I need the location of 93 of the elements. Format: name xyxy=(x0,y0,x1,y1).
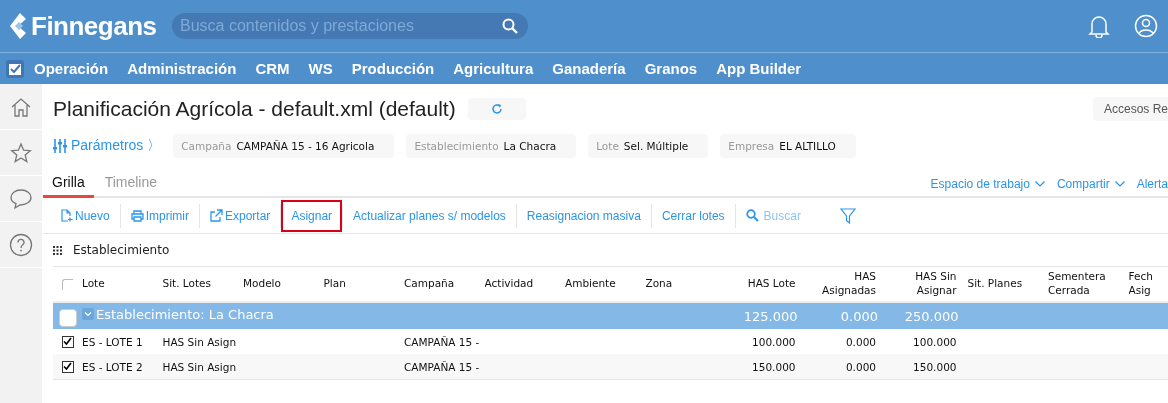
menu-item[interactable]: CRM xyxy=(255,60,290,77)
menu-item[interactable]: Producción xyxy=(351,60,435,77)
refresh-icon xyxy=(490,103,503,115)
parameters-link[interactable]: Parámetros 〉 xyxy=(71,137,162,155)
column-header[interactable]: Sit. Planes xyxy=(967,277,1023,291)
toolbar-button[interactable]: Exportar xyxy=(200,199,281,232)
help-icon xyxy=(9,232,33,257)
checkbox[interactable] xyxy=(61,360,74,373)
caret-icon xyxy=(1114,181,1125,187)
column-header[interactable]: Fech Asig xyxy=(1128,270,1153,298)
filter-value: EL ALTILLO xyxy=(779,140,836,152)
shortcuts-button[interactable]: Accesos Re xyxy=(1092,97,1168,121)
table-cell: 100.000 xyxy=(913,335,957,348)
table-cell: HAS Sin Asign xyxy=(162,335,237,348)
menu-item[interactable]: Operación xyxy=(34,60,109,77)
group-row[interactable]: Establecimiento: La Chacra 125.000 0.000 250.000 xyxy=(53,303,1168,329)
toolbar-button[interactable]: Actualizar planes s/ modelos xyxy=(343,199,516,232)
tab[interactable]: Timeline xyxy=(95,174,167,198)
menu-item[interactable]: WS xyxy=(308,60,333,77)
star-icon xyxy=(10,141,32,164)
table-cell: CAMPAÑA 15 - xyxy=(404,360,480,373)
column-header[interactable]: Ambiente xyxy=(565,277,616,291)
toolbar-button[interactable]: Cerrar lotes xyxy=(651,199,735,232)
table-cell: 100.000 xyxy=(752,335,796,348)
menu-item[interactable]: Granos xyxy=(644,60,698,77)
table-cell: 150.000 xyxy=(752,360,796,373)
filter-label: Campaña xyxy=(181,140,232,152)
chat-icon xyxy=(9,187,33,210)
filter-label: Empresa xyxy=(728,140,775,152)
table-cell: 0.000 xyxy=(845,360,876,373)
action-link[interactable]: Compartir xyxy=(1056,177,1125,196)
filter-chip[interactable]: Campaña CAMPAÑA 15 - 16 Agricola xyxy=(173,134,395,158)
printer-icon xyxy=(130,209,144,222)
logo-text[interactable]: Finnegans xyxy=(31,10,157,42)
column-header[interactable]: Campaña xyxy=(404,277,455,291)
grid-icon[interactable] xyxy=(53,245,62,255)
filter-value: Sel. Múltiple xyxy=(623,140,689,152)
group-total: 0.000 xyxy=(840,308,878,324)
caret-icon xyxy=(1034,181,1045,187)
group-label: Establecimiento: La Chacra xyxy=(96,306,274,322)
filter-icon[interactable] xyxy=(839,207,856,224)
external-link-icon xyxy=(210,209,223,222)
table-cell: HAS Sin Asign xyxy=(162,360,237,373)
column-header[interactable]: Actividad xyxy=(484,277,534,291)
select-all-checkbox[interactable] xyxy=(62,278,73,290)
column-header[interactable]: Sit. Lotes xyxy=(162,277,211,291)
filter-value: CAMPAÑA 15 - 16 Agricola xyxy=(236,140,375,152)
column-header[interactable]: Sementera Cerrada xyxy=(1048,270,1106,298)
table-cell: 150.000 xyxy=(913,360,957,373)
bell-icon[interactable] xyxy=(1088,14,1110,38)
toolbar-button[interactable]: Nuevo xyxy=(51,199,120,232)
filter-label: Establecimiento xyxy=(414,140,499,152)
table-cell: 0.000 xyxy=(845,335,876,348)
sliders-icon[interactable] xyxy=(53,139,67,153)
column-header[interactable]: HAS Asignadas xyxy=(822,270,876,298)
user-icon[interactable] xyxy=(1134,14,1158,38)
page-title: Planificación Agrícola - default.xml (default) xyxy=(53,97,456,121)
toolbar-button[interactable]: Asignar xyxy=(281,199,343,232)
column-header[interactable]: Plan xyxy=(323,277,346,291)
menu-item[interactable]: App Builder xyxy=(716,60,802,77)
table-cell: ES - LOTE 2 xyxy=(82,360,143,373)
checkbox-icon[interactable] xyxy=(6,59,24,78)
tab[interactable]: Grilla xyxy=(43,174,94,198)
group-total: 250.000 xyxy=(904,308,959,324)
column-header[interactable]: HAS Lote xyxy=(747,277,796,291)
menu-item[interactable]: Agricultura xyxy=(453,60,534,77)
search-field[interactable]: Busca contenidos y prestaciones xyxy=(172,13,528,39)
search-icon[interactable] xyxy=(745,209,759,222)
table-cell: CAMPAÑA 15 - xyxy=(404,335,480,348)
toolbar-button[interactable]: Imprimir xyxy=(120,199,199,232)
checkbox[interactable] xyxy=(61,335,74,348)
filter-chip[interactable]: Establecimiento La Chacra xyxy=(406,134,577,158)
action-link[interactable]: Alerta xyxy=(1136,177,1168,196)
filter-value: La Chacra xyxy=(503,140,557,152)
caret-icon[interactable] xyxy=(82,308,94,320)
column-header[interactable]: Zona xyxy=(645,277,673,291)
filter-chip[interactable]: Lote Sel. Múltiple xyxy=(588,134,709,158)
grouping-label: Establecimiento xyxy=(73,243,170,257)
filter-label: Lote xyxy=(596,140,619,152)
menu-item[interactable]: Administración xyxy=(127,60,237,77)
menu-item[interactable]: Ganadería xyxy=(552,60,626,77)
column-header[interactable]: Modelo xyxy=(243,277,281,291)
column-header[interactable]: HAS Sin Asignar xyxy=(915,270,957,298)
table-cell: ES - LOTE 1 xyxy=(82,335,143,348)
search-icon[interactable] xyxy=(502,18,518,34)
column-header[interactable]: Lote xyxy=(82,277,105,291)
group-total: 125.000 xyxy=(743,308,798,324)
new-document-icon xyxy=(61,209,73,222)
logo-icon xyxy=(10,13,28,39)
toolbar-button[interactable]: Reasignacion masiva xyxy=(516,199,651,232)
refresh-button[interactable] xyxy=(467,98,526,120)
action-link[interactable]: Espacio de trabajo xyxy=(930,177,1045,196)
filter-chip[interactable]: Empresa EL ALTILLO xyxy=(720,134,856,158)
